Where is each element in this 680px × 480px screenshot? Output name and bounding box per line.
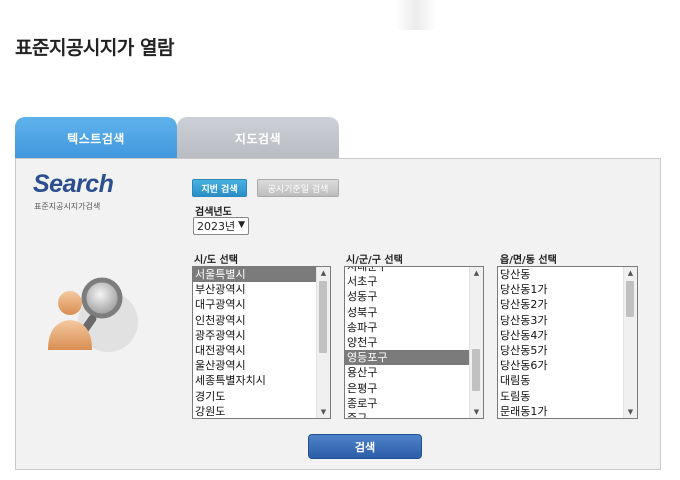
sigungu-option[interactable]: 성동구: [345, 289, 470, 304]
sido-label: 시/도 선택: [194, 255, 238, 266]
search-button[interactable]: 검색: [308, 434, 422, 459]
sigungu-option[interactable]: 종로구: [345, 396, 470, 411]
eupmyeondong-option[interactable]: 당산동2가: [498, 297, 624, 312]
chevron-down-icon: ▼: [238, 220, 245, 230]
sido-option[interactable]: 대구광역시: [193, 297, 317, 312]
person-magnifier-illustration: [48, 277, 138, 352]
eupmyeondong-option[interactable]: 당산동6가: [498, 358, 624, 373]
eupmyeondong-listbox[interactable]: 당산동 당산동1가 당산동2가 당산동3가 당산동4가 당산동5가 당산동6가 대림동 도림동 문…: [497, 266, 638, 419]
scroll-down-icon[interactable]: ▼: [624, 406, 637, 418]
scrollbar-thumb[interactable]: [472, 349, 480, 391]
eupmyeondong-option[interactable]: 당산동5가: [498, 343, 624, 358]
sigungu-option[interactable]: 영등포구: [345, 350, 470, 366]
scroll-down-icon[interactable]: ▼: [470, 406, 483, 418]
eupmyeondong-option[interactable]: 당산동1가: [498, 282, 624, 297]
eupmyeondong-label: 읍/면/동 선택: [500, 255, 557, 266]
scrollbar-thumb[interactable]: [626, 281, 634, 317]
scroll-up-icon[interactable]: ▲: [470, 267, 483, 279]
scroll-down-icon[interactable]: ▼: [317, 406, 330, 418]
sido-option[interactable]: 강원도: [193, 404, 317, 418]
sido-option[interactable]: 경기도: [193, 389, 317, 404]
sido-option[interactable]: 대전광역시: [193, 343, 317, 358]
sigungu-option[interactable]: 용산구: [345, 365, 470, 380]
scrollbar-thumb[interactable]: [319, 281, 327, 353]
eupmyeondong-option[interactable]: 당산동3가: [498, 313, 624, 328]
scroll-up-icon[interactable]: ▲: [624, 267, 637, 279]
sido-scrollbar[interactable]: ▲ ▼: [316, 267, 330, 418]
top-decoration: [395, 0, 437, 30]
eupmyeondong-option[interactable]: 대림동: [498, 373, 624, 388]
sido-option[interactable]: 세종특별자치시: [193, 373, 317, 388]
sido-listbox[interactable]: 서울특별시 부산광역시 대구광역시 인천광역시 광주광역시 대전광역시 울산광역시 세종특별자…: [192, 266, 331, 419]
search-logo: Search: [33, 170, 114, 198]
eupmyeondong-scrollbar[interactable]: ▲ ▼: [623, 267, 637, 418]
sigungu-listbox[interactable]: 서대문구 서초구 성동구 성북구 송파구 양천구 영등포구 용산구 은평구 종로구 중구 ▲ ▼: [344, 266, 484, 419]
sigungu-option[interactable]: 서초구: [345, 274, 470, 289]
eupmyeondong-option[interactable]: 당산동4가: [498, 328, 624, 343]
search-logo-subtitle: 표준지공시지가검색: [34, 202, 101, 211]
jibeon-search-button[interactable]: 지번 검색: [192, 179, 247, 197]
sido-option[interactable]: 광주광역시: [193, 328, 317, 343]
sigungu-option[interactable]: 중구: [345, 411, 470, 418]
year-select[interactable]: 2023년 ▼: [193, 217, 249, 235]
sigungu-option[interactable]: 양천구: [345, 335, 470, 350]
gongsi-date-search-button[interactable]: 공시기준일 검색: [257, 179, 339, 197]
sido-option[interactable]: 인천광역시: [193, 313, 317, 328]
scroll-up-icon[interactable]: ▲: [317, 267, 330, 279]
sigungu-option[interactable]: 성북구: [345, 305, 470, 320]
sigungu-option[interactable]: 송파구: [345, 320, 470, 335]
year-label: 검색년도: [195, 207, 232, 218]
eupmyeondong-option[interactable]: 당산동: [498, 267, 624, 282]
sigungu-label: 시/군/구 선택: [346, 255, 403, 266]
sigungu-option[interactable]: 은평구: [345, 381, 470, 396]
eupmyeondong-option[interactable]: 도림동: [498, 389, 624, 404]
tab-map-search[interactable]: 지도검색: [177, 117, 339, 160]
sigungu-scrollbar[interactable]: ▲ ▼: [469, 267, 483, 418]
sido-option[interactable]: 서울특별시: [193, 267, 317, 283]
tab-text-search[interactable]: 텍스트검색: [15, 117, 177, 160]
page-title: 표준지공시지가 열람: [15, 37, 174, 59]
sigungu-option[interactable]: 서대문구: [345, 267, 470, 274]
sido-option[interactable]: 부산광역시: [193, 282, 317, 297]
eupmyeondong-option[interactable]: 문래동1가: [498, 404, 624, 418]
sido-option[interactable]: 울산광역시: [193, 358, 317, 373]
year-selected-value: 2023년: [197, 220, 236, 233]
